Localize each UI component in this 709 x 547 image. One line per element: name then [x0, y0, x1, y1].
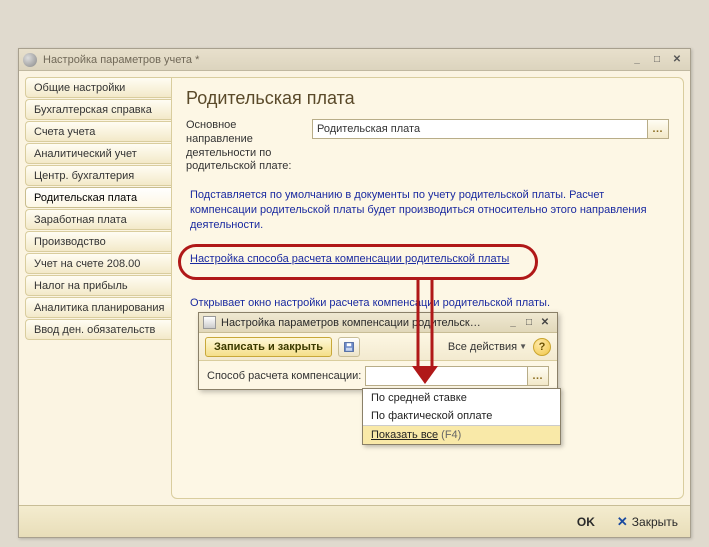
- sidebar-item-accounts[interactable]: Счета учета: [25, 121, 171, 142]
- sidebar-item-label: Аналитика планирования: [34, 302, 164, 314]
- sidebar-item-profit-tax[interactable]: Налог на прибыль: [25, 275, 171, 296]
- document-icon: [203, 316, 216, 329]
- page-title: Родительская плата: [186, 88, 669, 109]
- close-button[interactable]: ✕ Закрыть: [617, 514, 678, 530]
- sidebar-item-parent-fee[interactable]: Родительская плата: [25, 187, 171, 208]
- compensation-method-label: Способ расчета компенсации:: [207, 370, 361, 382]
- sidebar-item-buh-spravka[interactable]: Бухгалтерская справка: [25, 99, 171, 120]
- dropdown-option-actual-payment[interactable]: По фактической оплате: [363, 407, 560, 425]
- sidebar-item-money-oblig[interactable]: Ввод ден. обязательств: [25, 319, 171, 340]
- compensation-method-select-button[interactable]: …: [527, 366, 549, 386]
- ok-button[interactable]: OK: [569, 512, 603, 532]
- sidebar-item-analytic[interactable]: Аналитический учет: [25, 143, 171, 164]
- floppy-icon: [343, 341, 355, 353]
- close-window-button[interactable]: ✕: [668, 53, 686, 67]
- sidebar-item-label: Заработная плата: [34, 214, 127, 226]
- dropdown-option-avg-rate[interactable]: По средней ставке: [363, 389, 560, 407]
- sidebar-item-label: Общие настройки: [34, 82, 125, 94]
- subwindow-body: Способ расчета компенсации: …: [199, 361, 557, 391]
- titlebar: Настройка параметров учета * _ □ ✕: [19, 49, 690, 71]
- compensation-subwindow: Настройка параметров компенсации родител…: [198, 312, 558, 390]
- sidebar-item-salary[interactable]: Заработная плата: [25, 209, 171, 230]
- save-button[interactable]: [338, 337, 360, 357]
- compensation-method-input[interactable]: [365, 366, 527, 386]
- main-activity-label: Основное направление деятельности по род…: [186, 119, 306, 174]
- sidebar: Общие настройки Бухгалтерская справка Сч…: [19, 71, 171, 505]
- help-text-default: Подставляется по умолчанию в документы п…: [190, 188, 665, 233]
- settings-window: Настройка параметров учета * _ □ ✕ Общие…: [18, 48, 691, 538]
- close-icon: ✕: [617, 514, 628, 530]
- sub-maximize-button[interactable]: □: [521, 316, 537, 329]
- sidebar-item-production[interactable]: Производство: [25, 231, 171, 252]
- sidebar-item-general[interactable]: Общие настройки: [25, 77, 171, 98]
- dropdown-show-all[interactable]: Показать все (F4): [363, 426, 560, 444]
- sidebar-item-label: Учет на счете 208.00: [34, 258, 140, 270]
- help-text-link: Открывает окно настройки расчета компенс…: [190, 297, 665, 309]
- main-activity-select-button[interactable]: …: [647, 119, 669, 139]
- subwindow-title: Настройка параметров компенсации родител…: [221, 317, 481, 329]
- main-activity-row: Основное направление деятельности по род…: [186, 119, 669, 174]
- compensation-settings-link[interactable]: Настройка способа расчета компенсации ро…: [190, 253, 509, 265]
- subwindow-toolbar: Записать и закрыть Все действия ▼ ?: [199, 333, 557, 361]
- compensation-method-input-wrap: …: [365, 366, 549, 386]
- main-activity-input-wrap: …: [312, 119, 669, 139]
- sidebar-item-account-208[interactable]: Учет на счете 208.00: [25, 253, 171, 274]
- subwindow-titlebar: Настройка параметров компенсации родител…: [199, 313, 557, 333]
- sidebar-item-label: Налог на прибыль: [34, 280, 128, 292]
- sidebar-item-label: Аналитический учет: [34, 148, 137, 160]
- chevron-down-icon: ▼: [519, 342, 527, 351]
- sidebar-item-label: Родительская плата: [34, 192, 137, 204]
- close-button-label: Закрыть: [632, 515, 678, 529]
- sub-close-button[interactable]: ✕: [537, 316, 553, 329]
- all-actions-dropdown[interactable]: Все действия ▼: [448, 341, 527, 353]
- sidebar-item-label: Производство: [34, 236, 106, 248]
- show-all-label: Показать все: [371, 429, 438, 441]
- footer-bar: OK ✕ Закрыть: [19, 505, 690, 537]
- sidebar-item-label: Ввод ден. обязательств: [34, 324, 155, 336]
- write-and-close-label: Записать и закрыть: [214, 341, 323, 353]
- sidebar-item-label: Счета учета: [34, 126, 95, 138]
- window-title: Настройка параметров учета *: [43, 54, 199, 66]
- all-actions-label: Все действия: [448, 341, 517, 353]
- sub-minimize-button[interactable]: _: [505, 316, 521, 329]
- show-all-shortcut: (F4): [441, 429, 461, 441]
- help-button[interactable]: ?: [533, 338, 551, 356]
- compensation-method-dropdown: По средней ставке По фактической оплате …: [362, 388, 561, 445]
- write-and-close-button[interactable]: Записать и закрыть: [205, 337, 332, 357]
- window-body: Общие настройки Бухгалтерская справка Сч…: [19, 71, 690, 505]
- main-activity-input[interactable]: [312, 119, 647, 139]
- app-icon: [23, 53, 37, 67]
- sidebar-item-planning-analytics[interactable]: Аналитика планирования: [25, 297, 171, 318]
- sidebar-item-label: Центр. бухгалтерия: [34, 170, 134, 182]
- maximize-button[interactable]: □: [648, 53, 666, 67]
- minimize-button[interactable]: _: [628, 53, 646, 67]
- sidebar-item-central-buh[interactable]: Центр. бухгалтерия: [25, 165, 171, 186]
- sidebar-item-label: Бухгалтерская справка: [34, 104, 152, 116]
